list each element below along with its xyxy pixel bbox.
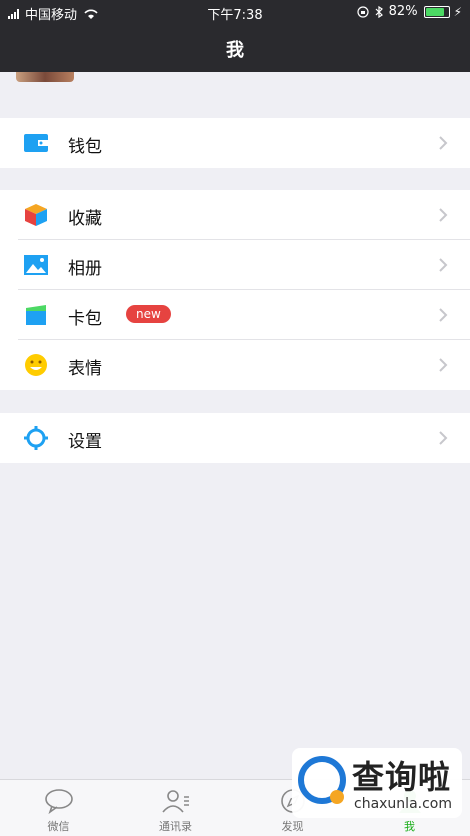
tab-label: 微信 [47,820,70,833]
watermark-logo: 查询啦 chaxunla.com [292,748,462,818]
new-badge: new [126,305,171,323]
orientation-lock-icon [357,5,369,18]
chat-bubble-icon [45,789,73,814]
menu-item-label: 设置 [68,432,102,452]
logo-dot [330,790,344,804]
status-bar: 中国移动 下午7:38 82% ⚡ [0,0,470,24]
settings-section: 设置 [0,413,470,463]
tab-chats[interactable]: 微信 [0,780,117,836]
menu-item-label: 钱包 [68,137,102,157]
page-title: 我 [226,40,244,61]
menu-item-label: 相册 [68,259,102,279]
menu-item-favorites[interactable]: 收藏 [0,190,470,240]
menu-item-wallet[interactable]: 钱包 [0,118,470,168]
top-header: 中国移动 下午7:38 82% ⚡ 我 [0,0,470,72]
bluetooth-icon [375,5,383,18]
chevron-right-icon [439,308,448,322]
contacts-icon [162,790,189,813]
avatar[interactable] [16,72,74,82]
tab-contacts[interactable]: 通讯录 [117,780,234,836]
chevron-right-icon [439,258,448,272]
chevron-right-icon [439,136,448,150]
watermark-title: 查询啦 [352,758,452,796]
album-icon [24,255,48,275]
battery-percent: 82% [388,4,418,19]
menu-item-card-wallet[interactable]: 卡包 new [0,290,470,340]
features-section: 收藏 相册 卡包 new 表情 [0,190,470,390]
smiley-icon [25,354,47,376]
tab-label: 通讯录 [159,820,192,833]
menu-item-album[interactable]: 相册 [0,240,470,290]
battery-icon: ⚡ [423,5,462,18]
wallet-icon [24,134,48,152]
tab-label: 我 [404,820,415,833]
watermark-domain: chaxunla.com [354,796,452,812]
card-icon [26,305,46,325]
menu-item-label: 表情 [68,359,102,379]
cube-icon [25,204,47,226]
menu-item-stickers[interactable]: 表情 [0,340,470,390]
chevron-right-icon [439,431,448,445]
tab-label: 发现 [281,820,304,833]
wallet-section: 钱包 [0,118,470,168]
menu-item-settings[interactable]: 设置 [0,413,470,463]
gear-icon [24,426,48,450]
menu-item-label: 收藏 [68,209,102,229]
chevron-right-icon [439,208,448,222]
menu-item-label: 卡包 [68,309,102,329]
chevron-right-icon [439,358,448,372]
